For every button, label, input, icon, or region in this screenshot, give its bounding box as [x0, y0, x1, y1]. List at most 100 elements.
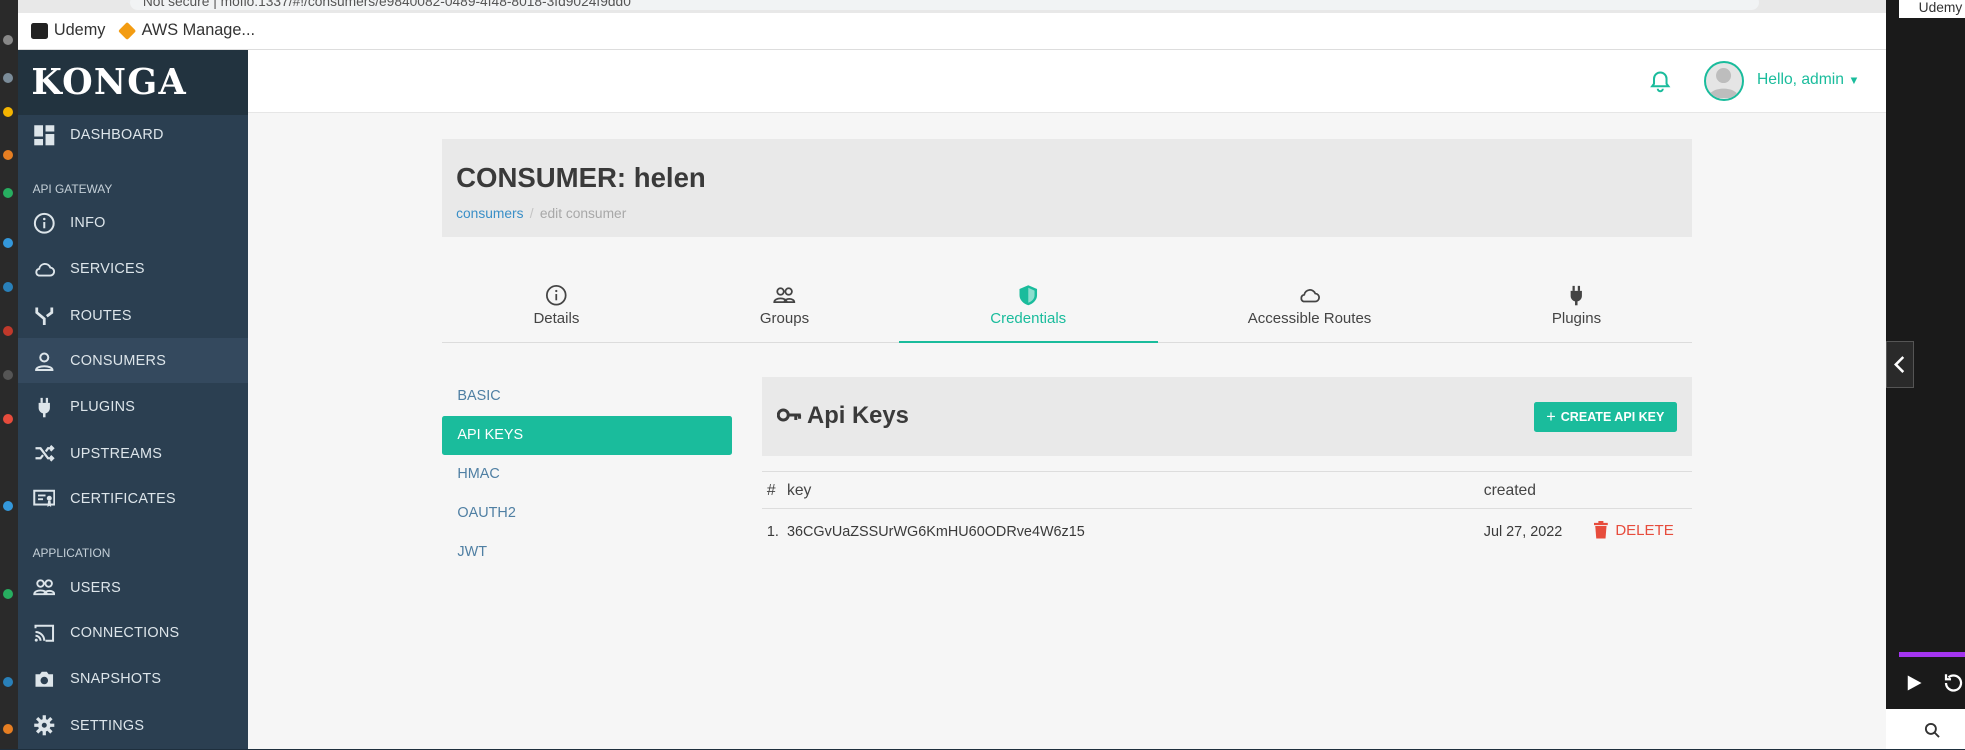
- udemy-tab[interactable]: Udemy: [1898, 0, 1965, 18]
- sidebar-item-snapshots[interactable]: SNAPSHOTS: [18, 657, 249, 702]
- avatar[interactable]: [1704, 61, 1745, 102]
- cloud-icon: [1300, 289, 1321, 303]
- dock-app-icon[interactable]: [2, 106, 13, 117]
- dock-app-icon[interactable]: [2, 676, 13, 687]
- chevron-left-icon: [1894, 356, 1905, 373]
- sidebar-item-consumers[interactable]: CONSUMERS: [17, 338, 249, 384]
- sidebar-item-certificates[interactable]: CERTIFICATES: [18, 476, 249, 521]
- section-title: Api Keys: [807, 402, 909, 430]
- tab-details[interactable]: Details: [442, 276, 670, 344]
- side-video-panel: Udemy: [1886, 0, 1965, 750]
- shield-icon: [1019, 285, 1037, 306]
- user-icon: [34, 352, 53, 371]
- bookmark-label: Udemy: [53, 21, 106, 40]
- delete-button[interactable]: DELETE: [1594, 521, 1674, 539]
- tab-label: Groups: [759, 309, 810, 327]
- users-icon: [32, 579, 55, 596]
- os-dock: [0, 0, 18, 750]
- tab-label: Details: [533, 309, 580, 327]
- create-api-key-button[interactable]: + CREATE API KEY: [1533, 402, 1677, 433]
- tab-label: Credentials: [990, 309, 1067, 327]
- bookmark-udemy[interactable]: Udemy: [31, 21, 105, 40]
- cred-basic[interactable]: BASIC: [442, 377, 731, 416]
- info-icon: [33, 212, 55, 234]
- dock-app-icon[interactable]: [2, 369, 13, 380]
- user-silhouette-icon: [1708, 68, 1739, 99]
- row-number: 1.: [766, 523, 779, 540]
- sidebar-item-info[interactable]: INFO: [18, 201, 249, 246]
- sidebar-item-dashboard[interactable]: DASHBOARD: [18, 113, 249, 158]
- info-icon: [546, 285, 567, 306]
- dock-app-icon[interactable]: [2, 187, 13, 198]
- udemy-icon: [31, 22, 48, 39]
- play-icon[interactable]: [1904, 673, 1924, 693]
- dock-app-icon[interactable]: [2, 589, 13, 600]
- sidebar-item-label: DASHBOARD: [70, 127, 164, 144]
- bell-icon[interactable]: [1649, 70, 1672, 93]
- tab-groups[interactable]: Groups: [670, 276, 898, 344]
- cast-icon: [34, 624, 54, 642]
- routes-icon: [34, 307, 53, 325]
- cred-api-keys[interactable]: API KEYS: [442, 416, 732, 455]
- breadcrumb: consumers / edit consumer: [456, 206, 626, 221]
- tab-accessible-routes[interactable]: Accessible Routes: [1158, 276, 1461, 344]
- collapse-panel-button[interactable]: [1886, 340, 1914, 389]
- sidebar-item-label: SNAPSHOTS: [70, 671, 162, 688]
- konga-logo[interactable]: KONGA: [17, 50, 249, 116]
- dock-app-icon[interactable]: [2, 501, 13, 512]
- dock-app-icon[interactable]: [2, 238, 13, 249]
- page-title: CONSUMER: helen: [456, 161, 706, 193]
- tab-plugins[interactable]: Plugins: [1461, 276, 1692, 344]
- camera-icon: [35, 671, 53, 687]
- section-api-gateway: API GATEWAY: [32, 181, 113, 196]
- tab-credentials[interactable]: Credentials: [898, 276, 1158, 344]
- dock-app-icon[interactable]: [2, 724, 13, 735]
- sidebar-item-label: CONSUMERS: [70, 352, 167, 369]
- sidebar-item-services[interactable]: SERVICES: [18, 247, 249, 292]
- delete-label: DELETE: [1615, 521, 1674, 539]
- address-bar-text[interactable]: Not secure | mofio:1337/#!/consumers/e98…: [143, 0, 631, 9]
- dock-app-icon[interactable]: [2, 35, 13, 46]
- button-label: CREATE API KEY: [1560, 410, 1665, 425]
- sidebar-item-upstreams[interactable]: UPSTREAMS: [18, 431, 249, 476]
- sidebar-item-label: USERS: [70, 579, 122, 596]
- section-application: APPLICATION: [32, 546, 111, 561]
- sidebar-item-plugins[interactable]: PLUGINS: [18, 385, 249, 430]
- udemy-tab-label: Udemy: [1918, 0, 1963, 15]
- main-content: CONSUMER: helen consumers / edit consumer …: [248, 112, 1887, 750]
- sidebar-item-label: UPSTREAMS: [70, 445, 163, 462]
- sidebar-item-users[interactable]: USERS: [18, 565, 249, 610]
- bookmarks-bar: Udemy AWS Manage...: [17, 12, 1887, 51]
- search-icon[interactable]: [1924, 722, 1940, 738]
- dock-app-icon[interactable]: [2, 413, 13, 424]
- panel-footer: [1886, 709, 1965, 750]
- users-icon: [773, 287, 796, 304]
- gear-icon: [33, 715, 54, 736]
- cred-oauth2[interactable]: OAUTH2: [442, 494, 731, 533]
- user-menu[interactable]: Hello, admin ▼: [1757, 71, 1860, 89]
- breadcrumb-link-consumers[interactable]: consumers: [456, 206, 523, 221]
- dock-app-icon[interactable]: [2, 281, 13, 292]
- video-progress-bar[interactable]: [1898, 651, 1965, 657]
- sidebar-item-routes[interactable]: ROUTES: [18, 293, 249, 338]
- api-keys-header: Api Keys + CREATE API KEY: [761, 377, 1692, 457]
- aws-icon: [117, 21, 137, 41]
- column-header-key: key: [786, 482, 812, 500]
- browser-toolbar: Not secure | mofio:1337/#!/consumers/e98…: [17, 0, 1887, 13]
- key-icon: [776, 408, 802, 422]
- column-header-num: #: [766, 482, 776, 500]
- created-date: Jul 27, 2022: [1483, 523, 1563, 540]
- trash-icon: [1594, 521, 1608, 539]
- dock-app-icon[interactable]: [2, 72, 13, 83]
- replay-icon[interactable]: [1941, 673, 1964, 693]
- dock-app-icon[interactable]: [2, 150, 13, 161]
- sidebar-item-settings[interactable]: SETTINGS: [18, 703, 249, 748]
- dock-app-icon[interactable]: [2, 325, 13, 336]
- sidebar-item-label: SERVICES: [70, 261, 145, 278]
- bookmark-aws[interactable]: AWS Manage...: [117, 21, 255, 41]
- cred-jwt[interactable]: JWT: [442, 533, 731, 572]
- cloud-icon: [34, 263, 55, 277]
- sidebar-item-connections[interactable]: CONNECTIONS: [18, 610, 249, 655]
- cred-hmac[interactable]: HMAC: [442, 455, 731, 494]
- caret-down-icon: ▼: [1848, 75, 1860, 88]
